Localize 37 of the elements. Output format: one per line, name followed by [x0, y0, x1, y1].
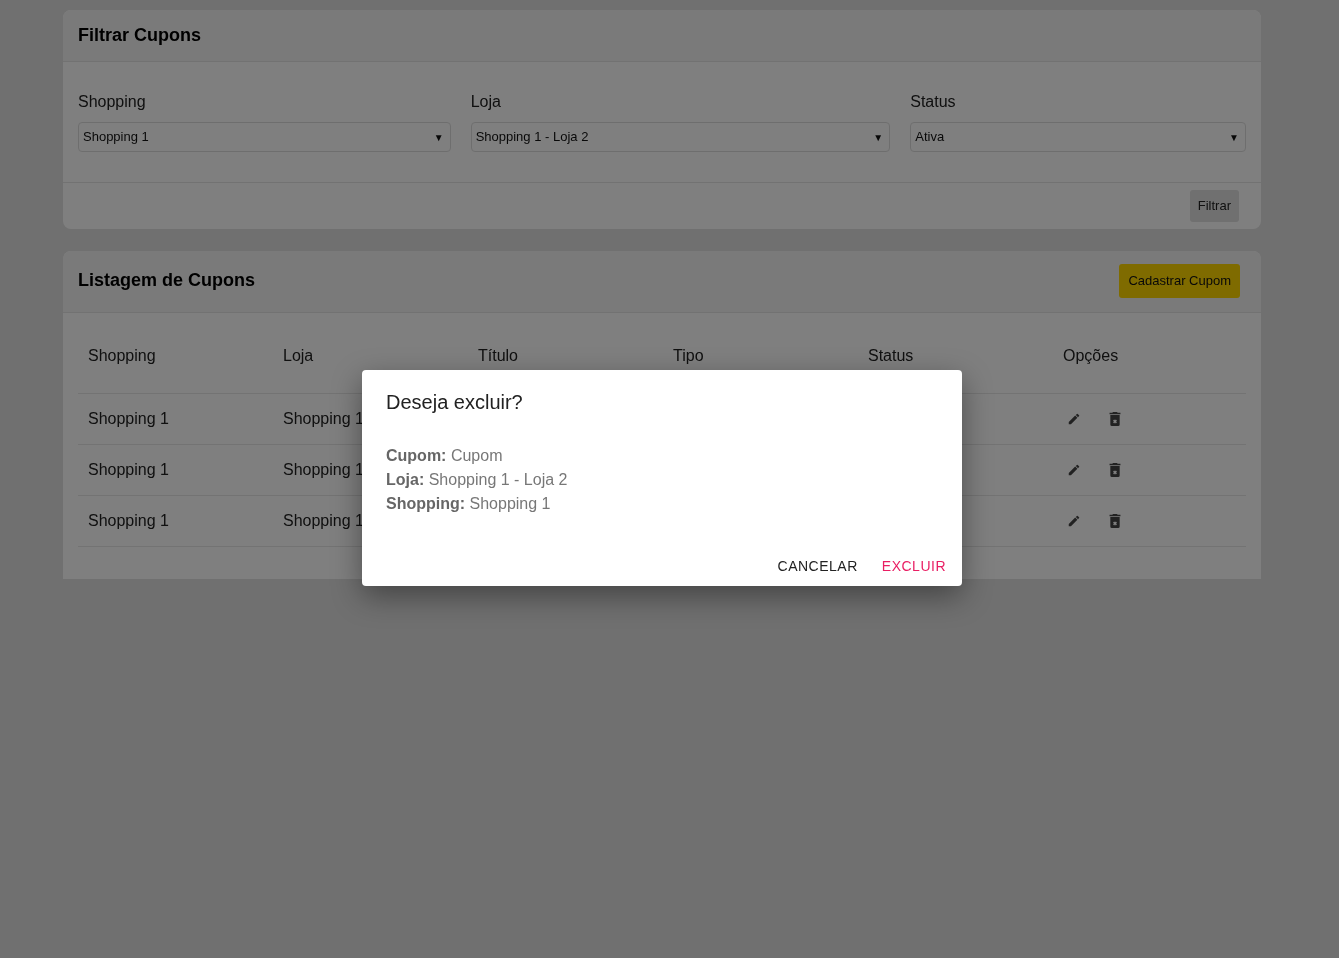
detail-line: Loja: Shopping 1 - Loja 2	[386, 470, 569, 490]
field-label: Status	[910, 92, 957, 112]
table-cell-text: Shopping 1	[283, 459, 364, 480]
select-field[interactable]: Ativa ▼	[910, 122, 1246, 152]
column-header: Opções	[1063, 346, 1119, 365]
select-field[interactable]: Shopping 1 ▼	[78, 122, 451, 152]
caret-icon: ▼	[1229, 129, 1239, 145]
delete-button[interactable]: EXCLUIR	[881, 552, 946, 581]
card-title: Filtrar Cupons	[78, 24, 201, 47]
add-coupon-button[interactable]: Cadastrar Cupom	[1119, 264, 1240, 298]
delete-icon[interactable]	[1109, 513, 1121, 528]
table-cell-text: Shopping 1	[283, 510, 364, 531]
table-cell-text: Shopping 1	[88, 459, 169, 480]
table-cell-text: Shopping 1	[88, 408, 169, 429]
cancel-button[interactable]: CANCELAR	[777, 552, 858, 581]
detail-line: Cupom: Cupom	[386, 446, 504, 466]
column-header: Tipo	[673, 346, 704, 365]
pencil-icon[interactable]	[1067, 411, 1081, 426]
dialog-title: Deseja excluir?	[386, 390, 524, 414]
caret-icon: ▼	[873, 129, 884, 145]
column-header: Título	[478, 346, 518, 365]
field-label: Loja	[470, 92, 502, 112]
delete-icon[interactable]	[1109, 411, 1121, 426]
column-header: Shopping	[88, 346, 156, 365]
column-header: Status	[868, 346, 914, 365]
detail-line: Shopping: Shopping 1	[386, 494, 552, 514]
field-label: Shopping	[78, 92, 147, 112]
pencil-icon[interactable]	[1067, 462, 1081, 477]
column-header: Loja	[283, 346, 314, 365]
caret-icon: ▼	[433, 129, 444, 145]
table-cell-text: Shopping 1	[283, 408, 364, 429]
card-title: Listagem de Cupons	[78, 270, 256, 292]
pencil-icon[interactable]	[1067, 513, 1081, 528]
select-field[interactable]: Shopping 1 - Loja 2 ▼	[470, 122, 891, 152]
delete-icon[interactable]	[1109, 462, 1121, 477]
table-cell-text: Shopping 1	[88, 510, 169, 531]
filter-button[interactable]: Filtrar	[1189, 190, 1239, 222]
